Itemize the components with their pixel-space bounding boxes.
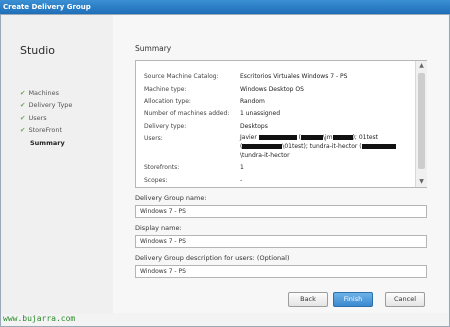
summary-label: Scopes: [144,177,168,184]
users-value-line: (\01test); tundra-it-hector ( [240,143,396,150]
summary-value: Escritorios Virtuales Windows 7 - PS [240,73,348,80]
delivery-group-name-label: Delivery Group name: [135,194,207,202]
back-button[interactable]: Back [288,292,328,307]
summary-label: Machine type: [144,86,187,93]
sidebar-item-summary[interactable]: Summary [30,139,65,147]
summary-value: 1 unassigned [240,110,281,117]
summary-label: Number of machines added: [144,110,230,117]
summary-label: Users: [144,135,163,142]
summary-value: - [240,177,243,184]
sidebar-brand: Studio [20,44,56,57]
delivery-group-name-input[interactable]: Windows 7 - PS [135,205,427,218]
checkmark-icon: ✔ [20,114,26,122]
window-title: Create Delivery Group [0,0,450,14]
users-text: \01test); tundra-it-hector ( [282,143,362,150]
sidebar-item-users[interactable]: ✔ Users [20,114,47,122]
sidebar [1,15,113,314]
summary-value: Windows Desktop OS [240,86,304,93]
users-text: \tundra-it-hector [240,152,290,159]
sidebar-item-machines[interactable]: ✔ Machines [20,89,59,97]
summary-label: Allocation type: [144,98,191,105]
display-name-label: Display name: [135,224,182,232]
summary-value: Desktops [240,123,268,130]
users-value-line: \tundra-it-hector [240,152,290,159]
sidebar-item-label: Users [28,114,47,122]
checkmark-icon: ✔ [20,126,26,134]
display-name-input[interactable]: Windows 7 - PS [135,235,427,248]
scroll-thumb[interactable] [418,73,425,169]
watermark: www.bujarra.com [3,314,76,323]
sidebar-item-label: Delivery Type [28,101,73,109]
summary-label: Delivery type: [144,123,187,130]
arrow-up-icon[interactable]: ▲ [416,61,427,71]
sidebar-item-label: Machines [28,89,60,97]
summary-label: Storefronts: [144,164,180,171]
finish-button[interactable]: Finish [333,292,373,307]
summary-label: Source Machine Catalog: [144,73,219,80]
summary-value: Random [240,98,265,105]
redaction-block [361,144,396,149]
redaction-block [242,144,283,149]
users-value-line: Javier (\jm); 01test [240,134,378,141]
summary-value: 1 [240,164,244,171]
summary-scrollbar[interactable]: ▲ ▼ [415,61,427,187]
sidebar-item-storefront[interactable]: ✔ StoreFront [20,126,62,134]
redaction-block [301,135,324,140]
users-text: ); 01test [352,134,378,141]
description-label: Delivery Group description for users: (O… [135,254,290,262]
cancel-button[interactable]: Cancel [385,292,425,307]
checkmark-icon: ✔ [20,89,26,97]
sidebar-item-label: StoreFront [28,126,63,134]
sidebar-item-delivery-type[interactable]: ✔ Delivery Type [20,101,72,109]
arrow-down-icon[interactable]: ▼ [416,177,427,187]
page-title: Summary [135,44,172,53]
checkmark-icon: ✔ [20,101,26,109]
users-text: Javier [240,134,257,141]
users-text: \jm [323,134,333,141]
description-input[interactable]: Windows 7 - PS [135,265,427,278]
redaction-block [332,135,353,140]
sidebar-item-label: Summary [30,139,65,147]
redaction-block [258,135,297,140]
